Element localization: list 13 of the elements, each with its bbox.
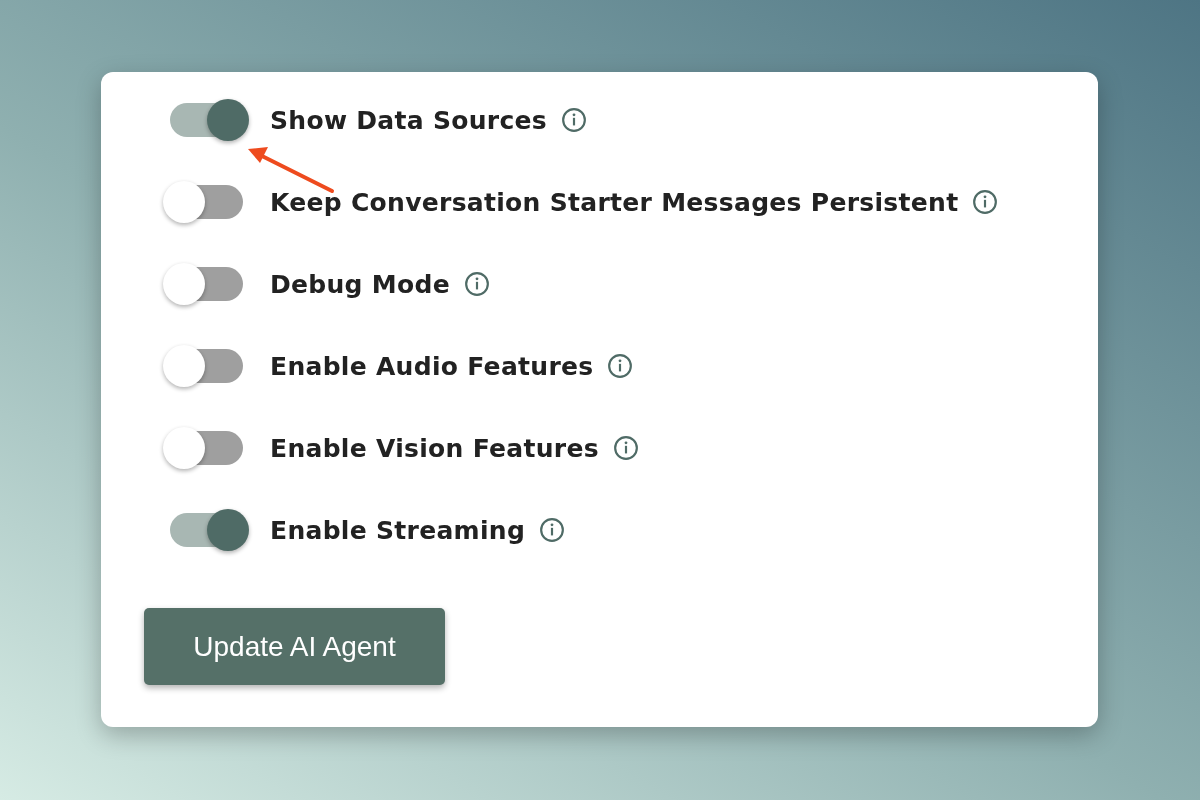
setting-label: Keep Conversation Starter Messages Persistent [270, 187, 959, 217]
setting-label: Enable Streaming [270, 515, 526, 545]
update-agent-button[interactable]: Update AI Agent [144, 608, 445, 685]
info-icon[interactable] [561, 107, 587, 133]
info-icon[interactable] [539, 517, 566, 543]
info-icon[interactable] [972, 189, 999, 215]
setting-label: Show Data Sources [270, 105, 547, 135]
setting-label: Enable Vision Features [270, 433, 599, 463]
info-icon[interactable] [463, 271, 490, 297]
setting-label: Enable Audio Features [270, 351, 594, 381]
info-icon[interactable] [607, 353, 634, 379]
info-icon[interactable] [612, 435, 639, 461]
setting-label: Debug Mode [270, 269, 450, 299]
